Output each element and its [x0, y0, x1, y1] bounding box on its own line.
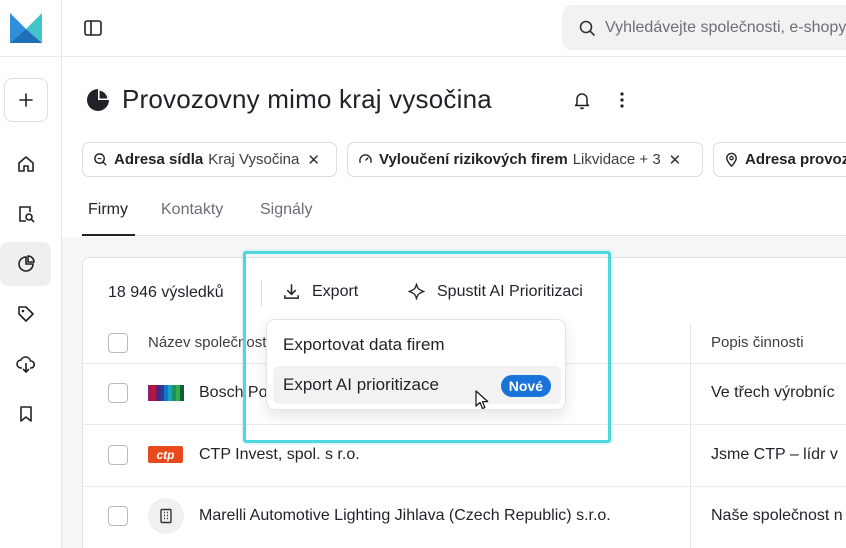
page-header: Provozovny mimo kraj vysočina [86, 84, 492, 115]
ctp-logo-text: ctp [156, 447, 175, 462]
cloud-download-icon [16, 356, 36, 374]
segment-pie-icon [87, 88, 109, 111]
export-dropdown-menu: Exportovat data firem Export AI prioriti… [266, 319, 566, 410]
bookmark-icon [20, 406, 32, 422]
map-search-icon [94, 153, 107, 166]
filter-value: Likvidace + 3 [572, 151, 661, 168]
ctp-logo: ctp [148, 446, 183, 463]
menu-item-label: Exportovat data firem [283, 335, 445, 354]
menu-item-export-company-data[interactable]: Exportovat data firem [273, 326, 561, 364]
left-rail [0, 0, 62, 548]
ai-prioritize-label: Spustit AI Prioritizaci [437, 282, 583, 300]
close-icon[interactable]: ✕ [307, 151, 320, 169]
company-name[interactable]: CTP Invest, spol. s r.o. [199, 446, 360, 464]
search-icon [579, 20, 595, 36]
toolbar-divider [261, 280, 262, 306]
row-checkbox[interactable] [108, 445, 128, 465]
column-divider [690, 323, 691, 548]
nav-tags[interactable] [4, 292, 48, 336]
sparkle-icon [408, 283, 425, 300]
menu-item-export-ai-prioritization[interactable]: Export AI prioritizace Nové [273, 366, 561, 404]
filter-chip-address[interactable]: Adresa sídla Kraj Vysočina ✕ [82, 142, 337, 177]
mouse-pointer-icon [475, 390, 489, 410]
company-description: Jsme CTP – lídr v [711, 446, 838, 463]
location-pin-icon [726, 152, 737, 167]
new-badge: Nové [500, 375, 551, 397]
page-title: Provozovny mimo kraj vysočina [122, 84, 492, 114]
menu-item-label: Export AI prioritizace [283, 375, 439, 394]
filter-label: Vyloučení rizikových firem [379, 151, 568, 168]
nav-downloads[interactable] [4, 342, 48, 386]
more-options-icon[interactable] [612, 90, 632, 110]
tab-signaly[interactable]: Signály [260, 201, 312, 219]
column-header-name[interactable]: Název společnosti [148, 334, 270, 351]
building-icon [160, 508, 172, 524]
top-bar [62, 0, 846, 57]
new-button[interactable] [4, 78, 48, 122]
sidebar-toggle-icon[interactable] [82, 17, 104, 39]
home-icon [18, 156, 34, 172]
filter-chip-risk[interactable]: Vyloučení rizikových firem Likvidace + 3… [347, 142, 703, 177]
filter-label: Adresa sídla [114, 151, 204, 168]
bell-icon[interactable] [572, 90, 592, 110]
company-description: Naše společnost n [711, 507, 843, 524]
company-name[interactable]: Bosch Po [199, 384, 267, 402]
app-logo[interactable] [10, 11, 42, 43]
gauge-icon [359, 154, 372, 164]
filter-value: Kraj Vysočina [208, 151, 300, 168]
row-checkbox[interactable] [108, 506, 128, 526]
filter-label: Adresa provoz [745, 151, 846, 168]
tab-kontakty[interactable]: Kontakty [161, 201, 223, 219]
export-button[interactable]: Export [282, 282, 358, 301]
rail-divider [0, 56, 61, 57]
search-input[interactable] [605, 18, 846, 37]
close-icon[interactable]: ✕ [669, 151, 682, 169]
column-header-description[interactable]: Popis činnosti [711, 334, 804, 351]
tab-firmy[interactable]: Firmy [88, 201, 128, 219]
company-logo-placeholder [148, 498, 184, 534]
global-search[interactable] [562, 5, 846, 50]
select-all-checkbox[interactable] [108, 333, 128, 353]
company-name[interactable]: Marelli Automotive Lighting Jihlava (Cze… [199, 507, 611, 525]
nav-bookmarks[interactable] [4, 392, 48, 436]
ai-prioritize-button[interactable]: Spustit AI Prioritizaci [407, 282, 583, 301]
tag-icon [18, 306, 34, 322]
row-checkbox[interactable] [108, 383, 128, 403]
company-description: Ve třech výrobníc [711, 384, 835, 401]
pie-chart-icon [17, 255, 35, 272]
nav-home[interactable] [4, 142, 48, 186]
download-icon [284, 284, 299, 299]
active-tab-indicator [82, 234, 135, 236]
results-count: 18 946 výsledků [108, 284, 224, 301]
nav-segments[interactable] [0, 242, 51, 286]
plus-icon [19, 93, 33, 107]
row-divider [83, 424, 846, 425]
bosch-logo [148, 385, 184, 401]
filter-chip-branch-address[interactable]: Adresa provoz [713, 142, 846, 177]
document-search-icon [19, 206, 35, 223]
export-label: Export [312, 282, 359, 300]
tab-bar: Firmy Kontakty Signály [82, 196, 846, 236]
row-divider [83, 486, 846, 487]
nav-search-companies[interactable] [4, 192, 48, 236]
